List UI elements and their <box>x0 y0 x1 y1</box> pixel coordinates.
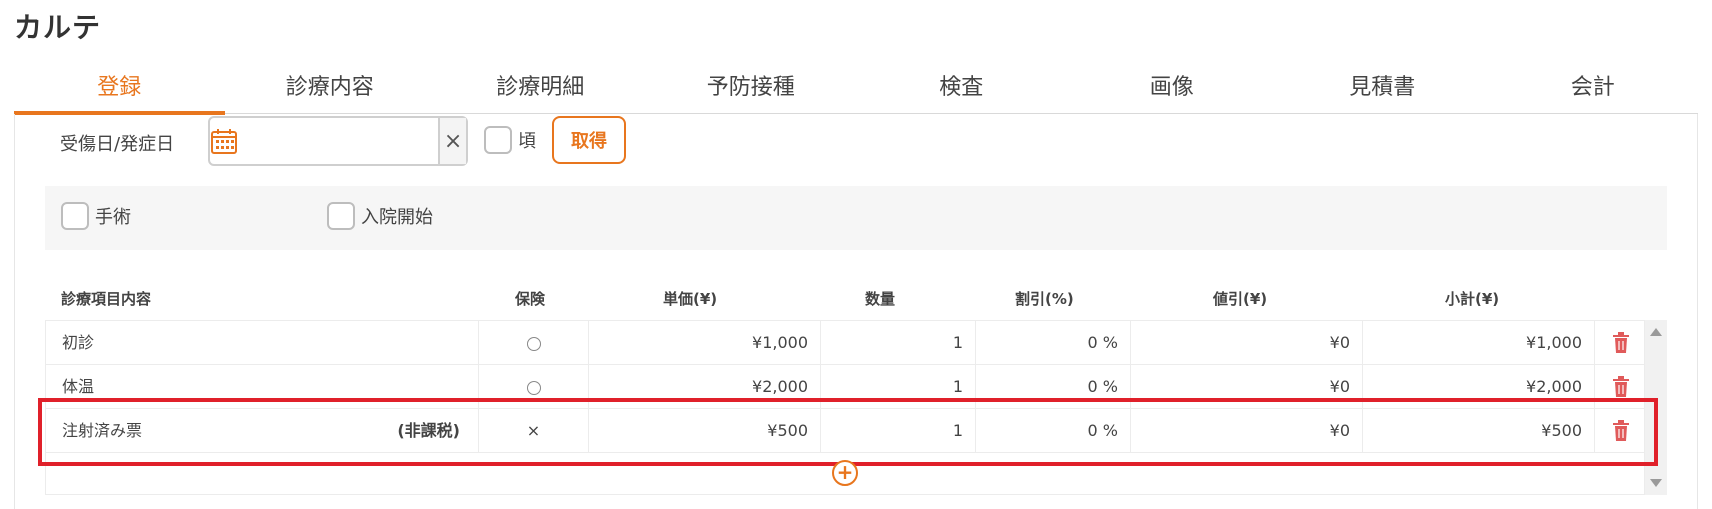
approx-option[interactable]: 頃 <box>484 126 536 154</box>
table-row[interactable]: 注射済み票 (非課税) × ¥500 1 0 % ¥0 ¥500 <box>46 409 1646 453</box>
table-row[interactable]: 初診 ¥1,000 1 0 % ¥0 ¥1,000 <box>46 321 1646 365</box>
surgery-checkbox[interactable] <box>61 202 89 230</box>
get-button[interactable]: 取得 <box>552 116 626 164</box>
trash-icon <box>1612 420 1629 441</box>
calendar-icon[interactable] <box>210 118 238 164</box>
insurance-cell <box>479 321 589 365</box>
header-discount-amount: 値引(¥) <box>1213 290 1268 308</box>
subtotal-cell: ¥500 <box>1363 409 1595 453</box>
discount-amount-cell[interactable]: ¥0 <box>1131 321 1363 365</box>
tax-exempt-label: (非課税) <box>397 421 460 440</box>
injury-date-picker[interactable]: × <box>208 116 468 166</box>
unit-price-cell[interactable]: ¥2,000 <box>589 365 821 409</box>
header-quantity: 数量 <box>865 290 896 308</box>
quantity-cell[interactable]: 1 <box>821 321 976 365</box>
tab-register[interactable]: 登録 <box>14 68 225 115</box>
tab-estimate[interactable]: 見積書 <box>1277 68 1488 113</box>
tab-bar: 登録 診療内容 診療明細 予防接種 検査 画像 見積書 会計 <box>14 68 1699 115</box>
date-clear-button[interactable]: × <box>438 118 466 164</box>
insurance-covered-icon <box>526 380 541 395</box>
admission-checkbox[interactable] <box>327 202 355 230</box>
header-subtotal: 小計(¥) <box>1445 290 1500 308</box>
quantity-cell[interactable]: 1 <box>821 365 976 409</box>
scroll-up-arrow-icon[interactable] <box>1650 328 1662 336</box>
injury-date-input[interactable] <box>238 118 439 164</box>
discount-amount-cell[interactable]: ¥0 <box>1131 365 1363 409</box>
discount-rate-cell[interactable]: 0 % <box>976 409 1131 453</box>
options-bar: 手術 入院開始 <box>45 186 1667 250</box>
tab-accounting[interactable]: 会計 <box>1488 68 1699 113</box>
approx-checkbox[interactable] <box>484 126 512 154</box>
approx-label: 頃 <box>518 131 536 152</box>
tab-vaccination[interactable]: 予防接種 <box>646 68 857 113</box>
header-discount-rate: 割引(%) <box>1015 290 1074 308</box>
header-insurance: 保険 <box>515 290 546 308</box>
subtotal-cell: ¥1,000 <box>1363 321 1595 365</box>
trash-icon <box>1612 332 1629 353</box>
injury-date-label: 受傷日/発症日 <box>60 134 175 155</box>
tab-treatment-details[interactable]: 診療明細 <box>435 68 646 113</box>
insurance-cell: × <box>479 409 589 453</box>
surgery-label: 手術 <box>95 207 131 228</box>
item-name: 初診 <box>46 321 479 365</box>
admission-option[interactable]: 入院開始 <box>327 202 433 230</box>
header-item: 診療項目内容 <box>61 290 152 308</box>
add-row-button[interactable]: + <box>832 460 858 486</box>
page-title: カルテ <box>14 11 102 44</box>
tab-treatment-content[interactable]: 診療内容 <box>225 68 436 113</box>
tab-images[interactable]: 画像 <box>1067 68 1278 113</box>
insurance-cell <box>479 365 589 409</box>
table-row[interactable]: 体温 ¥2,000 1 0 % ¥0 ¥2,000 <box>46 365 1646 409</box>
surgery-option[interactable]: 手術 <box>61 202 131 230</box>
discount-rate-cell[interactable]: 0 % <box>976 365 1131 409</box>
unit-price-cell[interactable]: ¥1,000 <box>589 321 821 365</box>
quantity-cell[interactable]: 1 <box>821 409 976 453</box>
grid-header: 診療項目内容 保険 単価(¥) 数量 割引(%) 値引(¥) 小計(¥) <box>45 282 1645 312</box>
tab-examination[interactable]: 検査 <box>856 68 1067 113</box>
admission-label: 入院開始 <box>361 207 433 228</box>
insurance-covered-icon <box>526 336 541 351</box>
insurance-excluded-mark: × <box>526 421 541 440</box>
scroll-down-arrow-icon[interactable] <box>1650 479 1662 487</box>
trash-icon <box>1612 376 1629 397</box>
grid-scrollbar[interactable] <box>1645 320 1667 495</box>
header-unit-price: 単価(¥) <box>663 290 718 308</box>
item-name-text: 注射済み票 <box>62 421 143 440</box>
discount-rate-cell[interactable]: 0 % <box>976 321 1131 365</box>
item-name: 体温 <box>46 365 479 409</box>
discount-amount-cell[interactable]: ¥0 <box>1131 409 1363 453</box>
delete-row-button[interactable] <box>1595 409 1646 453</box>
delete-row-button[interactable] <box>1595 321 1646 365</box>
subtotal-cell: ¥2,000 <box>1363 365 1595 409</box>
delete-row-button[interactable] <box>1595 365 1646 409</box>
unit-price-cell[interactable]: ¥500 <box>589 409 821 453</box>
item-name: 注射済み票 (非課税) <box>46 409 479 453</box>
